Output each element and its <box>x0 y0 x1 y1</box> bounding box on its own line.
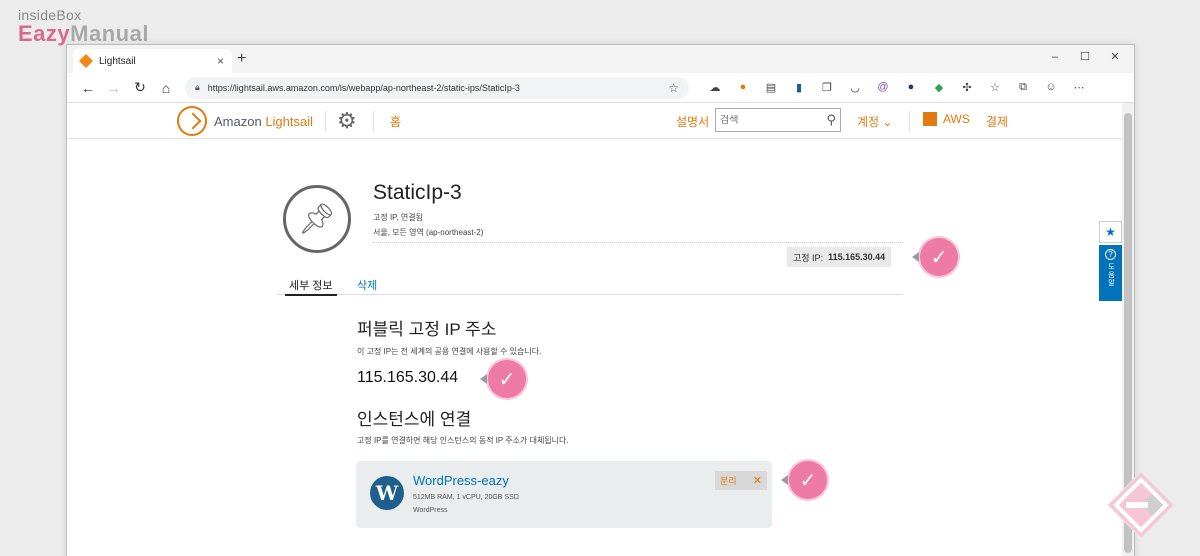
cloud-extension-icon[interactable]: ☁ <box>701 81 729 94</box>
resource-region: 서울, 모든 영역 (ap-northeast-2) <box>373 228 484 237</box>
tab-title: Lightsail <box>99 55 136 67</box>
watermark-line2: EazyManual <box>18 21 149 46</box>
browser-toolbar: ← → ↻ ⌂ 🔒︎ https://lightsail.aws.amazon.… <box>67 73 1134 103</box>
attach-description: 고정 IP를 연결하면 해당 인스턴스의 동적 IP 주소가 대체됩니다. <box>357 436 569 445</box>
resource-tabs: 세부 정보 삭제 <box>277 271 903 296</box>
page-content: Amazon Lightsail ⚙ 홈 설명서 ⚲ 계정 ⌄ AWS 결제 📌… <box>67 103 1123 556</box>
help-label: 도움말 <box>1107 263 1115 287</box>
documentation-link[interactable]: 설명서 <box>676 113 709 130</box>
instance-blueprint: WordPress <box>413 507 448 514</box>
lightsail-logo[interactable]: Amazon Lightsail <box>177 106 313 136</box>
static-ip-value: 115.165.30.44 <box>828 252 886 262</box>
collections-icon[interactable]: ⧉ <box>1009 81 1037 94</box>
home-link[interactable]: 홈 <box>390 113 401 130</box>
static-ip-label: 고정 IP: <box>793 252 824 263</box>
url-text: https://lightsail.aws.amazon.com/ls/weba… <box>207 82 520 93</box>
detach-label: 분리 <box>720 476 737 486</box>
help-panel-button[interactable]: ? 도움말 <box>1099 245 1122 301</box>
back-icon[interactable]: ← <box>75 80 101 96</box>
static-ip-badge: 고정 IP: 115.165.30.44 <box>787 247 892 267</box>
search-box[interactable]: ⚲ <box>715 108 841 132</box>
profile-icon[interactable]: ☺ <box>1037 81 1065 94</box>
favorites-icon[interactable]: ☆ <box>981 81 1009 94</box>
search-input[interactable] <box>720 114 820 126</box>
lightsail-header: Amazon Lightsail ⚙ 홈 설명서 ⚲ 계정 ⌄ AWS 결제 <box>67 103 1123 139</box>
static-ip-pin-icon: 📌︎ <box>283 185 351 253</box>
aws-cube-icon <box>923 112 937 126</box>
address-bar[interactable]: 🔒︎ https://lightsail.aws.amazon.com/ls/w… <box>185 76 689 99</box>
browser-window: Lightsail × + – ☐ ✕ ← → ↻ ⌂ 🔒︎ https://l… <box>66 44 1135 556</box>
window-controls: – ☐ ✕ <box>1040 48 1130 66</box>
tab-strip: Lightsail × + – ☐ ✕ <box>67 45 1134 73</box>
lightsail-logo-icon <box>177 106 207 136</box>
search-icon[interactable]: ⚲ <box>826 112 836 128</box>
tab-close-icon[interactable]: × <box>217 54 224 68</box>
new-tab-button[interactable]: + <box>237 50 246 68</box>
instance-spec: 512MB RAM, 1 vCPU, 20GB SSD <box>413 494 519 501</box>
resource-status: 고정 IP, 연결됨 <box>373 213 423 222</box>
favorite-star-icon[interactable]: ★ <box>1099 221 1122 243</box>
pocket-extension-icon[interactable]: ◡ <box>841 81 869 94</box>
shield-extension-icon[interactable]: ◆ <box>925 81 953 94</box>
tab-details[interactable]: 세부 정보 <box>285 277 337 296</box>
b-extension-icon[interactable]: ● <box>729 81 757 94</box>
detach-button[interactable]: 분리 ✕ <box>715 471 767 490</box>
eazymanual-corner-logo <box>1107 471 1175 539</box>
home-icon[interactable]: ⌂ <box>153 80 179 96</box>
maximize-button[interactable]: ☐ <box>1070 48 1100 66</box>
lock-icon: 🔒︎ <box>195 82 200 92</box>
bar-extension-icon[interactable]: ▮ <box>785 81 813 94</box>
watermark-line1: insideBox <box>18 7 82 23</box>
resource-title: StaticIp-3 <box>373 181 462 204</box>
extensions-bar: ☁ ● ▤ ▮ ❐ ◡ @ ● ◆ ✣ ☆ ⧉ ☺ ⋯ <box>701 81 1093 94</box>
browser-tab[interactable]: Lightsail × <box>73 49 232 73</box>
lightsail-favicon-icon <box>78 53 94 69</box>
header-divider <box>909 111 910 131</box>
minimize-button[interactable]: – <box>1040 48 1070 66</box>
check-mark-icon: ✓ <box>781 461 827 499</box>
instance-name-link[interactable]: WordPress-eazy <box>413 473 509 488</box>
lightsail-logo-text: Amazon Lightsail <box>214 113 314 129</box>
puzzle-extension-icon[interactable]: ✣ <box>953 81 981 94</box>
header-divider <box>373 111 374 131</box>
help-question-icon: ? <box>1105 249 1116 260</box>
forward-icon[interactable]: → <box>101 80 127 96</box>
account-menu[interactable]: 계정 ⌄ <box>857 113 892 130</box>
settings-gear-icon[interactable]: ⚙ <box>337 108 357 134</box>
check-mark-icon: ✓ <box>912 238 958 276</box>
attach-heading: 인스턴스에 연결 <box>357 410 472 429</box>
billing-link[interactable]: 결제 <box>986 113 1008 130</box>
watermark-brand: insideBox EazyManual <box>18 8 149 45</box>
header-divider <box>325 111 326 131</box>
close-window-button[interactable]: ✕ <box>1100 48 1130 66</box>
collections-extension-icon[interactable]: ❐ <box>813 81 841 94</box>
instance-card: W WordPress-eazy 512MB RAM, 1 vCPU, 20GB… <box>356 461 772 528</box>
tab-delete[interactable]: 삭제 <box>357 277 377 293</box>
favorite-star-icon[interactable]: ☆ <box>668 81 679 95</box>
public-ip-value: 115.165.30.44 <box>357 369 459 386</box>
wordpress-icon: W <box>370 476 404 510</box>
resource-divider <box>373 242 903 243</box>
public-ip-description: 이 고정 IP는 전 세계의 공용 연결에 사용할 수 있습니다. <box>357 347 542 356</box>
check-mark-icon: ✓ <box>480 360 526 398</box>
at-extension-icon[interactable]: @ <box>869 81 897 94</box>
menu-icon[interactable]: ⋯ <box>1065 81 1093 94</box>
detach-x-icon: ✕ <box>752 475 762 487</box>
aws-console-link[interactable]: AWS <box>923 112 970 126</box>
compass-extension-icon[interactable]: ● <box>897 81 925 94</box>
public-ip-heading: 퍼블릭 고정 IP 주소 <box>357 320 497 339</box>
reader-extension-icon[interactable]: ▤ <box>757 81 785 94</box>
refresh-icon[interactable]: ↻ <box>127 79 153 96</box>
